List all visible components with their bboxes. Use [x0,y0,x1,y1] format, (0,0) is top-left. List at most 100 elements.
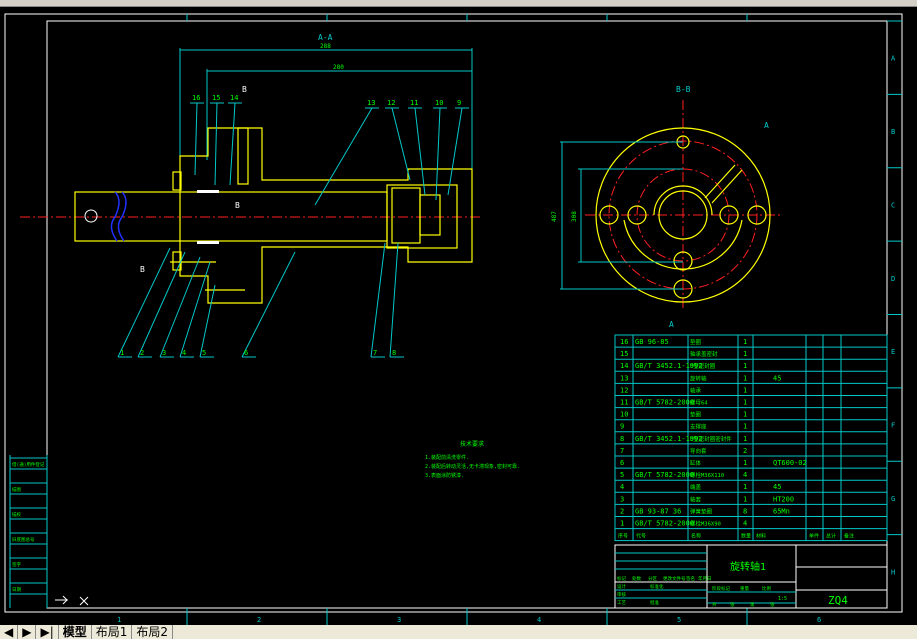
bom-cell: QT600-02 [773,459,807,467]
bom-cell: 1 [743,459,747,467]
part-balloon: 5 [202,349,206,357]
bom-header-cell: 总计 [826,533,836,540]
bom-cell: 2 [743,447,747,455]
zone-row-label: G [891,495,895,503]
section-aa-title: A-A [318,33,333,42]
bom-row: 9 支撑座 1 [620,423,747,431]
bom-cell: 16 [620,338,628,346]
bom-header-cell: 序号 [618,533,628,540]
bom-cell: O型密封圈 [690,362,716,370]
bom-cell: 4 [743,520,747,528]
title-block-label: 处数 [632,575,641,582]
title-block-label: 年月日 [698,575,712,582]
drawing-canvas[interactable]: ABCDEFGH1 2 3 4 5 6 借(通)用件登记描图描校旧底图总号签字日期 A-A… [0,7,917,625]
zone-row-label: F [891,422,895,430]
layout-tabs: ◀ ▶ ▶| 模型 布局1 布局2 [0,625,917,639]
bom-row: 5 GB/T 5782-2000螺栓M36X110 4 [620,471,747,479]
bom-cell: 轴套 [690,495,702,503]
bom-cell: 垫圈 [690,338,702,346]
left-strip-label: 旧底图总号 [12,536,35,543]
bom-cell: HT200 [773,495,794,503]
section-aa-view: A-A 288 280 B B B 16 15 1413 12 11 10 91 2 3 4 5 6 7… [20,33,480,358]
part-balloon: 2 [140,349,144,357]
bom-cell: 1 [743,411,747,419]
notes-line: 2.装配后转动灵活,无卡滞现象,密封可靠. [425,463,520,470]
title-block-label: 标准化 [650,583,664,590]
bom-cell: 8 [620,435,624,443]
bom-cell: 65Mn [773,507,790,515]
title-block-label: 审核 [617,591,626,598]
bom-cell: 螺栓M36X110 [690,471,724,479]
bom-cell: GB/T 5782-2000 [635,399,694,407]
zone-ticks [186,14,902,625]
part-balloon: 16 [192,94,200,102]
left-strip-label: 描图 [12,486,21,493]
bom-cell: 1 [620,520,624,528]
bom-row: 4 端盖 1 45 [620,483,781,491]
zone-col-label: 1 [117,616,121,624]
zone-row-label: A [891,55,896,63]
part-balloon: 11 [410,99,418,107]
bom-cell: 支撑座 [690,423,707,431]
bom-cell: 1 [743,350,747,358]
ucs-icon [55,595,89,606]
left-strip: 借(通)用件登记描图描校旧底图总号签字日期 [9,455,48,608]
bom-cell: GB/T 5782-2000 [635,520,694,528]
bom-cell: 10 [620,411,628,419]
bom-cell: GB 93-87 36 [635,507,681,515]
zone-row-label: E [891,348,895,356]
title-block-label: 共 [712,601,717,608]
dim-outer: 487 [551,211,558,222]
part-balloon: 8 [392,349,396,357]
bom-row: 15 轴承盖密封 1 [620,350,747,358]
bom-row: 2 GB 93-87 36 弹簧垫圈 8 65Mn [620,507,790,515]
drawing-code: ZQ4 [828,594,848,607]
bom-cell: 3 [620,495,624,503]
title-block-label: 张 [770,601,775,608]
bom-cell: 1 [743,338,747,346]
title-block-label: 更改文件号 [663,575,686,582]
part-balloon: 13 [367,99,375,107]
bom-cell: GB/T 5782-2000 [635,471,694,479]
section-bb-title: B-B [676,85,691,94]
bom-cell: 45 [773,483,781,491]
part-balloon: 12 [387,99,395,107]
tab-layout1[interactable]: 布局1 [92,625,133,639]
title-block-label: 比例 [762,585,771,592]
bom-cell: 弹簧垫圈 [690,507,713,515]
tab-nav-next[interactable]: ▶ [18,625,37,639]
bom-row: 16 GB 96-85 垫圈 1 [620,338,747,346]
part-balloon: 9 [457,99,461,107]
bom-cell: 轴承 [690,386,702,394]
zone-col-label: 3 [397,616,401,624]
bom-cell: 4 [743,471,747,479]
zone-row-label: D [891,275,895,283]
inner-frame [46,20,888,609]
bom-row: 10 垫圈 1 [620,411,747,419]
section-mark: A [669,320,674,329]
section-mark: A [764,121,769,130]
bom-row: 8 GB/T 3452.1-1992O型密封圈密封件 1 [620,435,747,443]
bom-row: 6 缸体 1 QT600-02 [620,459,807,467]
title-block-label: 第 [750,601,755,608]
tab-model[interactable]: 模型 [59,625,92,639]
bom-row: 13 旋转轴 1 45 [620,374,781,382]
section-bb-view: B-B 487 308 A A [551,85,780,329]
drawing-scale: 1:5 [778,596,787,602]
notes-title: 技术要求 [460,440,484,448]
tab-nav-first[interactable]: ◀ [0,625,19,639]
bom-cell: 11 [620,399,628,407]
part-balloon: 4 [182,349,186,357]
bom-header-cell: 材料 [756,533,766,540]
bom-cell: 12 [620,386,628,394]
bom-table: 16 GB 96-85 垫圈 115 轴承盖密封 114 GB/T 3452.1-1992O… [614,334,888,542]
zone-row-label: H [891,568,895,576]
bom-cell: 轴承盖密封 [690,350,718,358]
tab-layout2[interactable]: 布局2 [132,625,174,639]
bom-cell: 1 [743,435,747,443]
tab-nav-last[interactable]: ▶| [36,625,59,639]
bom-row: 7 导向套 2 [620,447,747,455]
bom-cell: 1 [743,362,747,370]
title-block-label: 分区 [648,575,657,582]
bom-row: 1 GB/T 5782-2000螺栓M36X90 4 [620,520,747,528]
